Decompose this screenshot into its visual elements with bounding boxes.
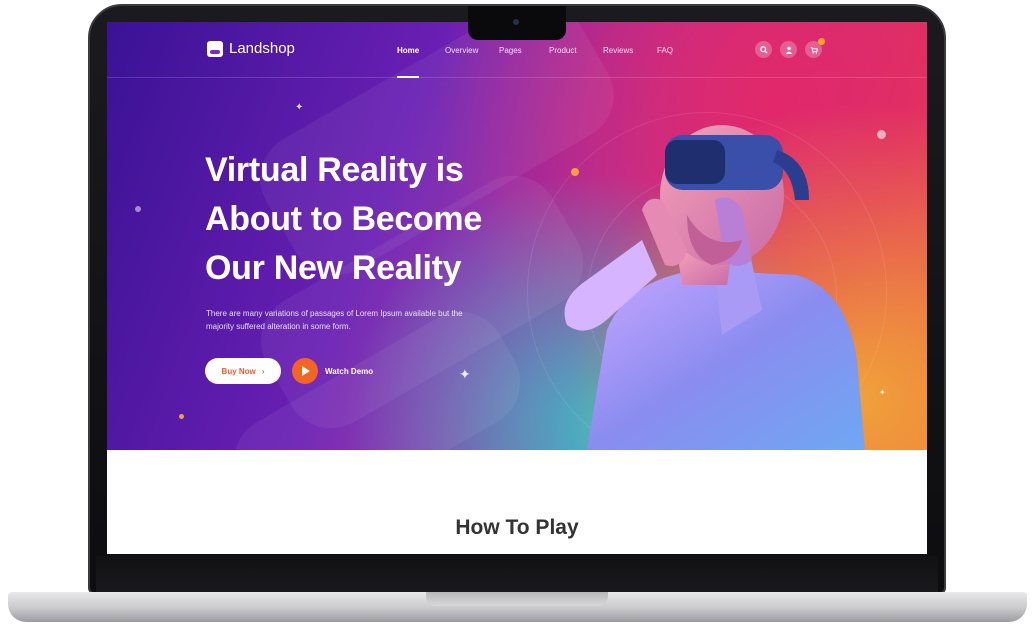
hero-headline: Virtual Reality is About to Become Our N… [205, 146, 545, 293]
headline-line: Our New Reality [205, 249, 462, 287]
decor-dot [877, 130, 886, 139]
brand-name: Landshop [229, 40, 295, 57]
nav-item-overview[interactable]: Overview [445, 46, 499, 55]
description-line: There are many variations of passages of… [206, 309, 463, 318]
cart-badge [818, 38, 825, 45]
user-icon[interactable] [780, 41, 797, 58]
hero-section: ✦ ✦ ✦ Landshop Home Overview Pages Produ… [107, 22, 927, 549]
nav-item-reviews[interactable]: Reviews [603, 46, 657, 55]
play-icon [292, 358, 318, 384]
camera-icon [513, 19, 519, 25]
sparkle-icon: ✦ [879, 388, 886, 397]
section-title: How To Play [455, 516, 579, 539]
sparkle-icon: ✦ [459, 366, 471, 382]
laptop-base-groove [426, 592, 608, 606]
buy-now-button[interactable]: Buy Now › [205, 358, 281, 384]
decor-dot [135, 206, 141, 212]
laptop-chin [96, 556, 938, 594]
buy-now-label: Buy Now [221, 366, 256, 376]
chevron-right-icon: › [261, 366, 265, 376]
headline-line: About to Become [205, 200, 482, 238]
shop-icon [207, 40, 223, 57]
search-icon[interactable] [755, 41, 772, 58]
camera-notch [468, 6, 566, 40]
nav-item-home[interactable]: Home [397, 46, 445, 78]
nav-icons [755, 38, 825, 58]
laptop-mockup: ✦ ✦ ✦ Landshop Home Overview Pages Produ… [0, 0, 1035, 643]
vr-headset-person-image [564, 125, 865, 450]
brand-logo[interactable]: Landshop [207, 40, 295, 57]
nav-item-product[interactable]: Product [549, 46, 603, 55]
watch-demo-label: Watch Demo [325, 366, 374, 376]
sparkle-icon: ✦ [295, 102, 304, 113]
headline-line: Virtual Reality is [205, 151, 464, 189]
hero-description: There are many variations of passages of… [206, 307, 506, 333]
watch-demo-button[interactable]: Watch Demo [292, 358, 373, 384]
description-line: majority suffered alteration in some for… [206, 322, 351, 331]
nav-menu: Home Overview Pages Product Reviews FAQ [397, 46, 705, 78]
cart-icon[interactable] [805, 38, 825, 58]
laptop-screen: ✦ ✦ ✦ Landshop Home Overview Pages Produ… [107, 22, 927, 554]
how-to-play-section: How To Play [107, 450, 927, 554]
nav-item-pages[interactable]: Pages [499, 46, 549, 55]
nav-item-faq[interactable]: FAQ [657, 46, 705, 55]
decor-dot [179, 414, 184, 419]
